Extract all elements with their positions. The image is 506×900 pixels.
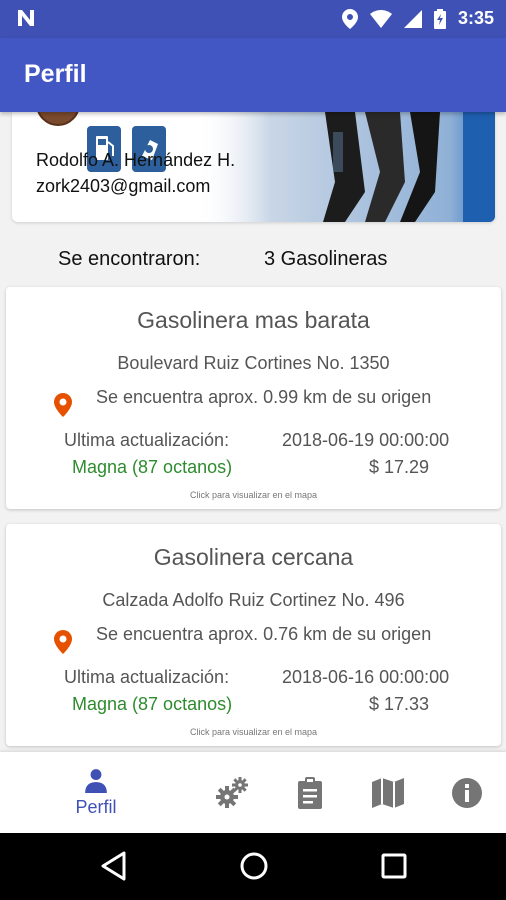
- station-address: Calzada Adolfo Ruiz Cortinez No. 496: [102, 590, 405, 610]
- fuel-price: $ 17.29: [369, 457, 430, 477]
- results-count: 3 Gasolineras: [264, 248, 388, 270]
- station-address: Boulevard Ruiz Cortines No. 1350: [117, 353, 390, 373]
- location-pin-icon: [54, 630, 72, 654]
- profile-header-card: Rodolfo A. Hernández H. zork2403@gmail.c…: [12, 112, 495, 222]
- person-icon: [85, 769, 107, 793]
- results-label: Se encontraron:: [58, 248, 201, 270]
- updated-label: Ultima actualización:: [64, 430, 230, 450]
- location-pin-icon: [54, 393, 72, 417]
- user-name: Rodolfo A. Hernández H.: [36, 150, 236, 170]
- page-title: Perfil: [24, 60, 87, 88]
- station-title: Gasolinera cercana: [153, 544, 354, 570]
- avatar[interactable]: [36, 112, 80, 126]
- station-title: Gasolinera mas barata: [137, 307, 370, 333]
- nav-item-list[interactable]: [286, 752, 334, 833]
- nav-item-info[interactable]: [443, 752, 491, 833]
- info-icon: [452, 777, 482, 808]
- wifi-icon: [369, 9, 392, 28]
- updated-value: 2018-06-16 00:00:00: [282, 667, 450, 687]
- map-hint: Click para visualizar en el mapa: [189, 727, 318, 737]
- nav-item-map[interactable]: [364, 752, 412, 833]
- map-icon: [372, 777, 404, 808]
- fuel-type: Magna (87 octanos): [72, 694, 233, 714]
- battery-icon: [433, 8, 446, 29]
- signal-icon: [403, 9, 422, 28]
- status-bar: 3:35: [0, 0, 506, 38]
- updated-value: 2018-06-19 00:00:00: [282, 430, 450, 450]
- user-email: zork2403@gmail.com: [36, 176, 211, 196]
- app-bar: Perfil: [0, 38, 506, 112]
- n-logo-icon: [18, 10, 34, 26]
- station-card[interactable]: Gasolinera cercana Calzada Adolfo Ruiz C…: [6, 524, 501, 746]
- nav-item-perfil[interactable]: Perfil: [66, 752, 126, 833]
- station-distance: Se encuentra aprox. 0.76 km de su origen: [96, 624, 432, 644]
- recents-icon[interactable]: [381, 851, 407, 881]
- fuel-type: Magna (87 octanos): [72, 457, 233, 477]
- gears-icon: [216, 776, 248, 808]
- station-distance: Se encuentra aprox. 0.99 km de su origen: [96, 387, 432, 407]
- fuel-price: $ 17.33: [369, 694, 430, 714]
- station-card[interactable]: Gasolinera mas barata Boulevard Ruiz Cor…: [6, 287, 501, 509]
- clipboard-icon: [298, 776, 322, 809]
- system-navigation-bar: [0, 833, 506, 900]
- clock: 3:35: [457, 8, 494, 28]
- map-hint: Click para visualizar en el mapa: [189, 490, 318, 500]
- fuel-nozzles-image: [195, 112, 495, 222]
- nav-label-perfil: Perfil: [75, 797, 117, 817]
- updated-label: Ultima actualización:: [64, 667, 230, 687]
- back-icon[interactable]: [100, 851, 126, 881]
- home-icon[interactable]: [239, 851, 269, 881]
- nav-item-settings[interactable]: [208, 752, 256, 833]
- location-icon: [341, 8, 358, 29]
- bottom-navigation: Perfil: [0, 752, 506, 833]
